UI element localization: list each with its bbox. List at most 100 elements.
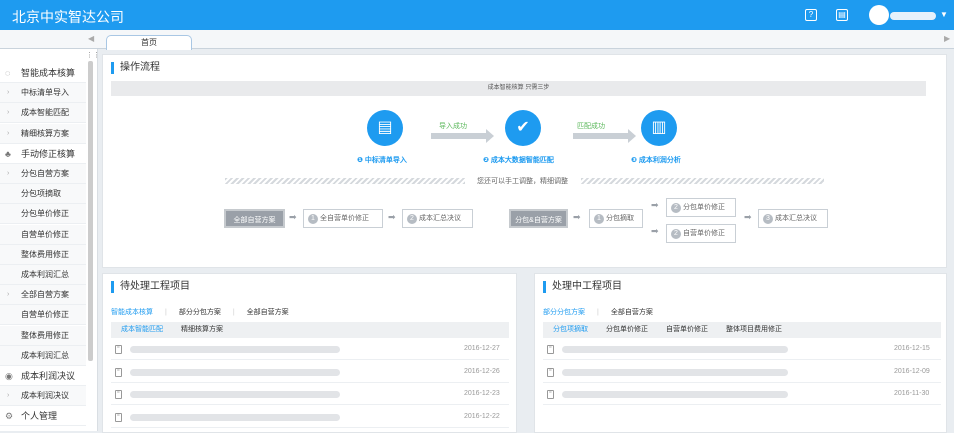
avatar[interactable] [869, 5, 889, 25]
flow-arrow-2 [573, 129, 636, 143]
sidebar-item-label: 分包单价修正 [21, 209, 69, 219]
subtab-self-price[interactable]: 自营单价修正 [666, 322, 708, 338]
list-item[interactable]: ≡ 2016-12-09 [543, 363, 941, 383]
sidebar-item[interactable]: 自营单价修正 [0, 224, 86, 245]
flow-panel: 操作流程 成本智能核算 只需三步 ▤ ✔ ▥ ❶ 中标清单导入 ❷ 成本大数据智… [102, 54, 947, 268]
tab-all-self[interactable]: 全部自营方案 [247, 307, 289, 317]
document-icon: ≡ [547, 345, 554, 354]
list-item[interactable]: ≡ 2016-12-15 [543, 340, 941, 360]
bank-chart-icon[interactable]: ▥ [641, 110, 677, 146]
step-3-label: ❸ 成本利润分析 [631, 157, 681, 164]
processing-title: 处理中工程项目 [543, 281, 622, 293]
tab-home[interactable]: 首页 [106, 35, 192, 50]
list-item[interactable]: ≡ 2016-12-23 [111, 385, 509, 405]
document-icon: ≡ [115, 345, 122, 354]
pending-subtabs: 成本智能匹配 精细核算方案 [111, 322, 509, 338]
sidebar-item[interactable]: › 分包自营方案 [0, 164, 86, 184]
sidebar-item[interactable]: 整体费用修正 [0, 244, 86, 265]
sidebar-item[interactable]: ◉ 成本利润决议 [0, 366, 86, 386]
list-item[interactable]: ≡ 2016-12-22 [111, 408, 509, 428]
right-step-2b[interactable]: 2 自营单价修正 [666, 224, 736, 243]
sidebar-group-label: 智能成本核算 [21, 68, 76, 78]
document-icon: ≡ [115, 412, 122, 422]
document-icon: ≡ [547, 390, 554, 399]
flow-arrow-1 [431, 129, 494, 143]
left-step-2[interactable]: 2 成本汇总决议 [402, 209, 473, 228]
right-step-3[interactable]: 3 成本汇总决议 [758, 209, 828, 228]
project-name-placeholder [130, 368, 340, 376]
pending-tabs: 智能成本核算 | 部分分包方案 | 全部自营方案 [111, 307, 289, 317]
sub-self-plan-button[interactable]: 分包&自营方案 [509, 209, 568, 228]
tab-partial-sub[interactable]: 部分分包方案 [179, 307, 221, 317]
arrow-right-icon: ➡ [289, 212, 297, 222]
project-name-placeholder [562, 346, 788, 353]
tab-bar: ◀ 首页 ▶ [0, 30, 954, 50]
sidebar-item[interactable]: ⚙ 个人管理 [0, 406, 86, 427]
sidebar-scrollbar[interactable] [88, 61, 93, 361]
username-placeholder[interactable] [890, 12, 936, 20]
sidebar-group-label: 个人管理 [21, 411, 58, 422]
tab-scroll-left-icon[interactable]: ◀ [88, 34, 94, 43]
sidebar-collapse-icon[interactable]: ⋮⋮ [86, 51, 100, 59]
import-list-icon[interactable]: ▤ [367, 110, 403, 146]
sidebar-item[interactable]: 分包单价修正 [0, 204, 86, 225]
subtab-smart-match[interactable]: 成本智能匹配 [121, 322, 163, 338]
sidebar-item[interactable]: › 成本智能匹配 [0, 103, 86, 124]
help-icon[interactable]: ? [805, 9, 817, 21]
chevron-right-icon: › [7, 129, 10, 137]
sidebar-item[interactable]: › 成本利润决议 [0, 386, 86, 407]
tab-partial-sub[interactable]: 部分分包方案 [543, 307, 585, 317]
chevron-down-icon[interactable]: ▼ [940, 10, 948, 19]
sidebar-item[interactable]: 成本利润汇总 [0, 265, 86, 285]
list-item[interactable]: ≡ 2016-11-30 [543, 385, 941, 405]
sidebar-item[interactable]: 整体费用修正 [0, 325, 86, 346]
chevron-right-icon: › [7, 291, 10, 299]
list-item[interactable]: ≡ 2016-12-26 [111, 363, 509, 383]
sidebar-item-label: 成本智能匹配 [21, 108, 69, 118]
subtab-sub-extract[interactable]: 分包项摘取 [553, 322, 588, 338]
sidebar-item[interactable]: › 全部自营方案 [0, 285, 86, 306]
store-icon[interactable]: ▤ [836, 9, 848, 21]
subtab-fine-plan[interactable]: 精细核算方案 [181, 322, 223, 338]
sidebar-item[interactable]: ♣ 手动修正核算 [0, 143, 86, 164]
subtab-sub-price[interactable]: 分包单价修正 [606, 322, 648, 338]
chevron-right-icon: › [7, 392, 10, 400]
step-1-label: ❶ 中标清单导入 [357, 157, 407, 164]
sidebar-item-label: 自营单价修正 [21, 310, 69, 320]
flow-header: 成本智能核算 只需三步 [111, 81, 926, 96]
chevron-right-icon: › [7, 109, 10, 117]
arrow-right-icon: ➡ [651, 226, 659, 236]
row-date: 2016-12-26 [464, 367, 500, 375]
sidebar-item[interactable]: › 精细核算方案 [0, 123, 86, 144]
sidebar-item[interactable]: 自营单价修正 [0, 305, 86, 326]
cost-calc-icon: ◌ [5, 68, 11, 78]
sidebar-item-label: 精细核算方案 [21, 128, 69, 138]
tab-all-self[interactable]: 全部自营方案 [611, 307, 653, 317]
sidebar-item[interactable]: ◌ 智能成本核算 [0, 63, 86, 83]
decision-icon: ◉ [5, 371, 13, 381]
sidebar-item[interactable]: 成本利润汇总 [0, 345, 86, 366]
manual-note: 您还可以手工调整，精细调整 [477, 178, 568, 185]
sidebar-item-label: 全部自营方案 [21, 290, 69, 300]
sidebar-item-label: 整体费用修正 [21, 330, 69, 340]
all-self-plan-button[interactable]: 全部自营方案 [224, 209, 285, 228]
left-step-1[interactable]: 1 全自营单价修正 [303, 209, 383, 228]
right-step-2a[interactable]: 2 分包单价修正 [666, 198, 736, 217]
subtab-overall-cost[interactable]: 整体项目费用修正 [726, 322, 782, 338]
sidebar-item-label: 分包自营方案 [21, 169, 69, 178]
sidebar-item-label: 成本利润决议 [21, 391, 69, 401]
pending-panel: 待处理工程项目 智能成本核算 | 部分分包方案 | 全部自营方案 成本智能匹配 精细核算方… [102, 273, 517, 433]
monitor-check-icon[interactable]: ✔ [505, 110, 541, 146]
top-bar: 北京中实智达公司 ? ▤ ▼ [0, 0, 954, 30]
sidebar-item-label: 成本利润汇总 [21, 350, 69, 360]
sidebar-item[interactable]: › 中标清单导入 [0, 83, 86, 104]
processing-subtabs: 分包项摘取 分包单价修正 自营单价修正 整体项目费用修正 [543, 322, 941, 338]
sidebar-item-label: 分包项摘取 [21, 189, 61, 199]
flow-title: 操作流程 [111, 62, 160, 74]
sidebar-item[interactable]: 分包项摘取 [0, 184, 86, 205]
list-item[interactable]: ≡ 2016-12-27 [111, 340, 509, 360]
tab-scroll-right-icon[interactable]: ▶ [944, 34, 950, 43]
project-name-placeholder [562, 368, 788, 376]
right-step-1[interactable]: 1 分包摘取 [589, 209, 643, 228]
tab-smart-cost[interactable]: 智能成本核算 [111, 307, 153, 317]
